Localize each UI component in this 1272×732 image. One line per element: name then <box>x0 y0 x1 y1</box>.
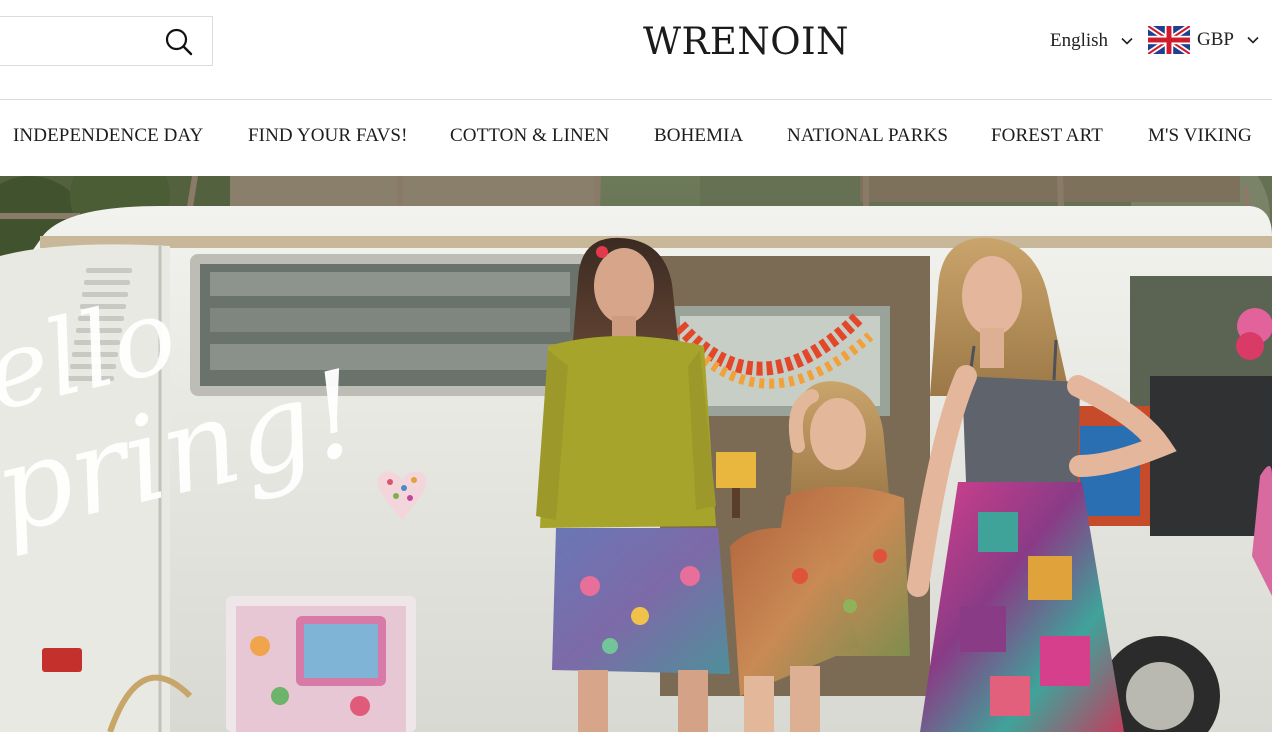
language-selector[interactable]: English <box>1050 26 1134 56</box>
hero-image <box>0 176 1272 732</box>
main-navigation: INDEPENDENCE DAY FIND YOUR FAVS! COTTON … <box>0 100 1272 176</box>
search-icon <box>165 28 193 56</box>
site-header: WRENOIN English GBP <box>0 0 1272 99</box>
nav-item-independence-day[interactable]: INDEPENDENCE DAY <box>13 125 203 147</box>
hero-banner[interactable]: ello pring! <box>0 176 1272 732</box>
currency-label: GBP <box>1197 29 1234 50</box>
nav-item-ms-viking[interactable]: M'S VIKING <box>1148 125 1252 147</box>
chevron-down-icon <box>1121 37 1133 45</box>
nav-item-cotton-linen[interactable]: COTTON & LINEN <box>450 125 609 147</box>
search-box <box>0 16 213 66</box>
language-label: English <box>1050 30 1109 51</box>
logo-text: WRENOIN <box>642 19 850 63</box>
search-input[interactable] <box>9 27 159 57</box>
site-logo[interactable]: WRENOIN <box>636 16 856 66</box>
nav-item-find-your-favs[interactable]: FIND YOUR FAVS! <box>248 125 408 147</box>
nav-item-bohemia[interactable]: BOHEMIA <box>654 125 743 147</box>
nav-item-national-parks[interactable]: NATIONAL PARKS <box>787 125 948 147</box>
uk-flag-icon <box>1148 26 1190 54</box>
currency-selector[interactable]: GBP <box>1148 24 1260 56</box>
chevron-down-icon <box>1247 36 1259 44</box>
search-button[interactable] <box>163 26 195 58</box>
nav-item-forest-art[interactable]: FOREST ART <box>991 125 1103 147</box>
